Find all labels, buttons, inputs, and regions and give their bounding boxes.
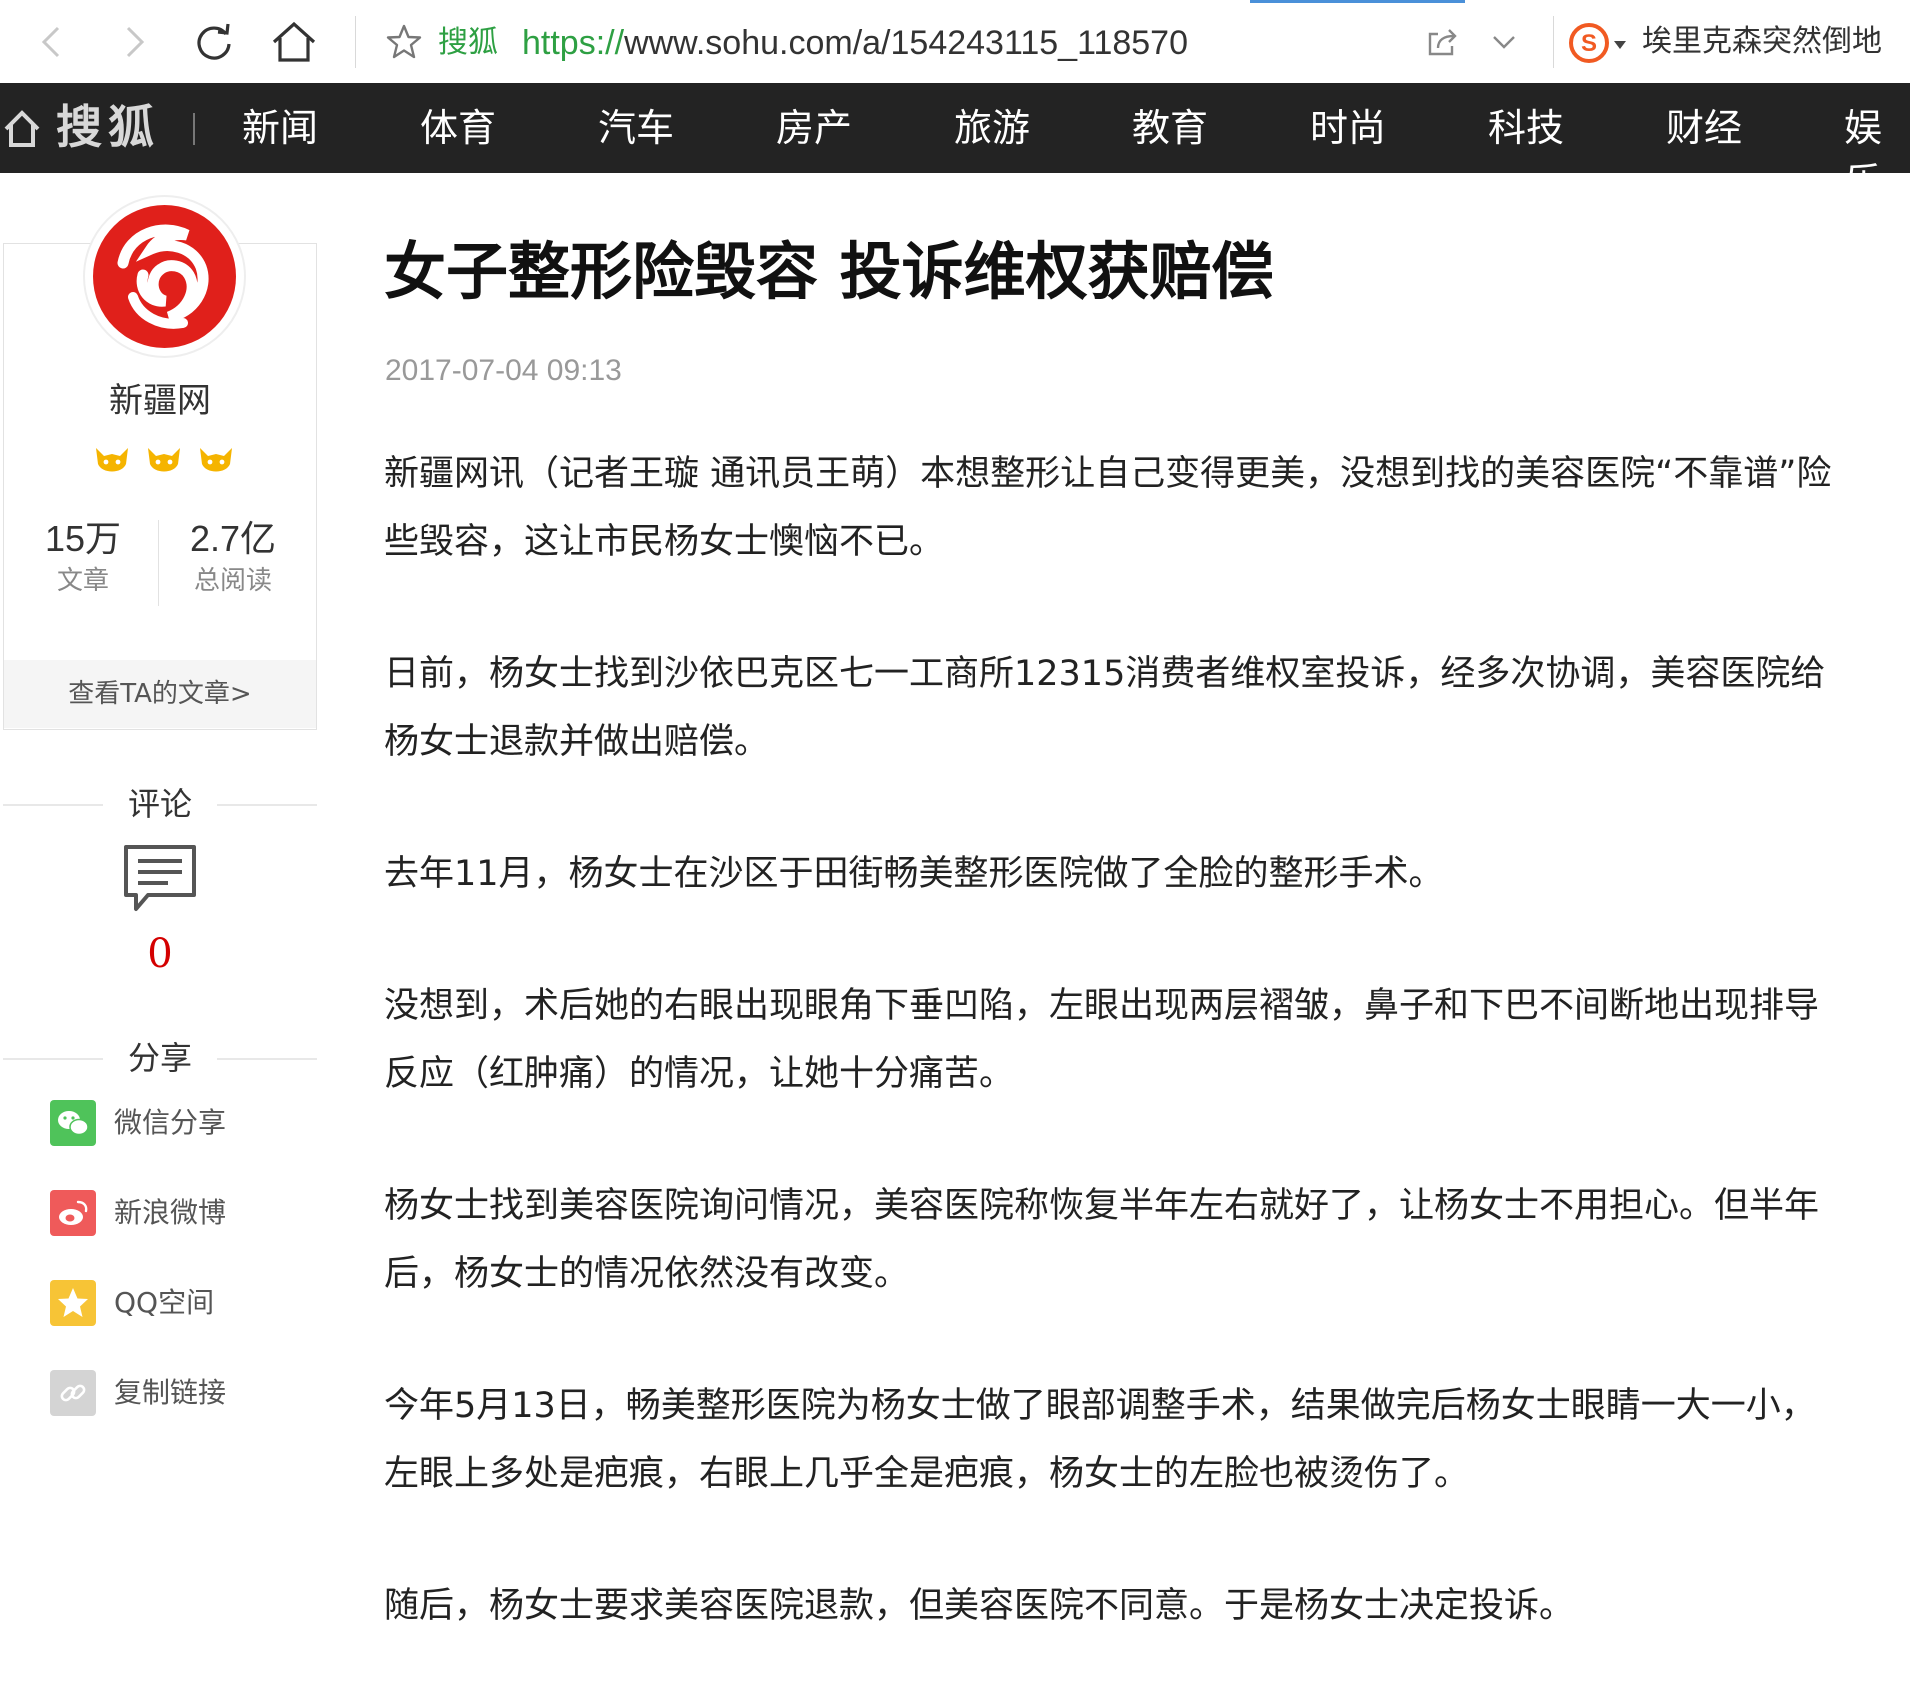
- channel-item-education[interactable]: 教育: [1132, 101, 1208, 155]
- article-paragraph: 今年5月13日，畅美整形医院为杨女士做了眼部调整手术，结果做完后杨女士眼睛一大一…: [384, 1386, 1816, 1494]
- article-paragraph: 日前，杨女士找到沙依巴克区七一工商所12315消费者维权室投诉，经多次协调，美容…: [384, 654, 1826, 762]
- article-body: 新疆网讯（记者王璇 通讯员王萌）本想整形让自己变得更美，没想到找的美容医院“不靠…: [384, 440, 1844, 1704]
- author-name[interactable]: 新疆网: [0, 378, 320, 424]
- loading-indicator: [1250, 0, 1465, 3]
- copy-link-label: 复制链接: [114, 1376, 227, 1409]
- share-weibo-label: 新浪微博: [114, 1196, 227, 1229]
- article-paragraph: 去年11月，杨女士在沙区于田街畅美整形医院做了全脸的整形手术。: [384, 854, 1444, 894]
- article-title: 女子整形险毁容 投诉维权获赔偿: [384, 235, 1274, 308]
- stat-reads: 2.7亿 总阅读: [158, 515, 308, 599]
- article-paragraph: 随后，杨女士要求美容医院退款，但美容医院不同意。于是杨女士决定投诉。: [384, 1586, 1575, 1626]
- toolbar-divider: [355, 16, 356, 68]
- share-heading: 分享: [3, 1038, 317, 1078]
- comments-heading-text: 评论: [127, 785, 192, 823]
- wechat-icon: [50, 1100, 96, 1146]
- channel-item-entertainment[interactable]: 娱乐: [1844, 101, 1910, 209]
- share-wechat-label: 微信分享: [114, 1106, 227, 1139]
- channel-item-realestate[interactable]: 房产: [776, 101, 852, 155]
- sogou-icon[interactable]: S: [1568, 22, 1610, 64]
- channel-item-auto[interactable]: 汽车: [598, 101, 674, 155]
- url-protocol: https://: [522, 24, 625, 62]
- comment-count[interactable]: 0: [0, 928, 320, 980]
- article-date: 2017-07-04 09:13: [385, 354, 622, 387]
- articles-count: 15万: [44, 518, 122, 559]
- article-paragraph: 杨女士找到美容医院询问情况，美容医院称恢复半年左右就好了，让杨女士不用担心。但半…: [384, 1186, 1820, 1294]
- reads-label: 总阅读: [193, 566, 272, 596]
- qzone-icon: [50, 1280, 96, 1326]
- channel-item-tech[interactable]: 科技: [1488, 101, 1564, 155]
- stat-articles: 15万 文章: [8, 515, 158, 599]
- author-rank: [88, 440, 248, 480]
- nav-divider: [193, 113, 195, 145]
- url-path: www.sohu.com/a/154243115_118570: [624, 24, 1189, 62]
- comment-icon[interactable]: [122, 843, 198, 915]
- caret-down-icon[interactable]: [1612, 36, 1628, 49]
- channel-item-finance[interactable]: 财经: [1666, 101, 1742, 155]
- home-icon[interactable]: [4, 101, 40, 155]
- toolbar-divider: [1553, 16, 1554, 68]
- share-heading-text: 分享: [127, 1039, 192, 1077]
- forward-icon[interactable]: [108, 16, 160, 68]
- svg-text:S: S: [1581, 30, 1597, 57]
- site-name: 搜狐: [438, 25, 498, 60]
- channel-item-sports[interactable]: 体育: [420, 101, 496, 155]
- refresh-icon[interactable]: [188, 16, 240, 68]
- back-icon[interactable]: [26, 16, 78, 68]
- article-paragraph: 没想到，术后她的右眼出现眼角下垂凹陷，左眼出现两层褶皱，鼻子和下巴不间断地出现排…: [384, 986, 1820, 1094]
- link-icon: [50, 1370, 96, 1416]
- fox-badge-icon: [200, 448, 232, 472]
- chevron-down-icon[interactable]: [1488, 26, 1520, 58]
- share-qzone-label: QQ空间: [114, 1286, 215, 1319]
- browser-toolbar: 搜狐 https://www.sohu.com/a/154243115_1185…: [0, 0, 1910, 83]
- channel-nav: 搜狐 新闻 体育 汽车 房产 旅游 教育 时尚 科技 财经 娱乐: [0, 83, 1910, 204]
- fox-badge-icon: [148, 448, 180, 472]
- url-field[interactable]: https://www.sohu.com/a/154243115_118570: [522, 20, 1188, 66]
- article-paragraph: 新疆网讯（记者王璇 通讯员王萌）本想整形让自己变得更美，没想到找的美容医院“不靠…: [384, 454, 1832, 562]
- share-icon[interactable]: [1424, 24, 1460, 60]
- home-icon[interactable]: [268, 16, 320, 68]
- comments-heading: 评论: [3, 784, 317, 824]
- channel-item-news[interactable]: 新闻: [242, 101, 318, 155]
- reads-count: 2.7亿: [189, 518, 277, 559]
- articles-label: 文章: [56, 566, 109, 596]
- avatar[interactable]: [83, 195, 246, 358]
- fox-badge-icon: [96, 448, 128, 472]
- weibo-icon: [50, 1190, 96, 1236]
- sohu-logo[interactable]: 搜狐: [56, 95, 160, 159]
- search-suggestion[interactable]: 埃里克森突然倒地: [1642, 20, 1882, 64]
- star-icon[interactable]: [384, 22, 424, 62]
- channel-item-fashion[interactable]: 时尚: [1310, 101, 1386, 155]
- view-articles-link[interactable]: 查看TA的文章>: [4, 660, 316, 728]
- xinjiang-logo-icon: [93, 205, 236, 348]
- channel-item-travel[interactable]: 旅游: [954, 101, 1030, 155]
